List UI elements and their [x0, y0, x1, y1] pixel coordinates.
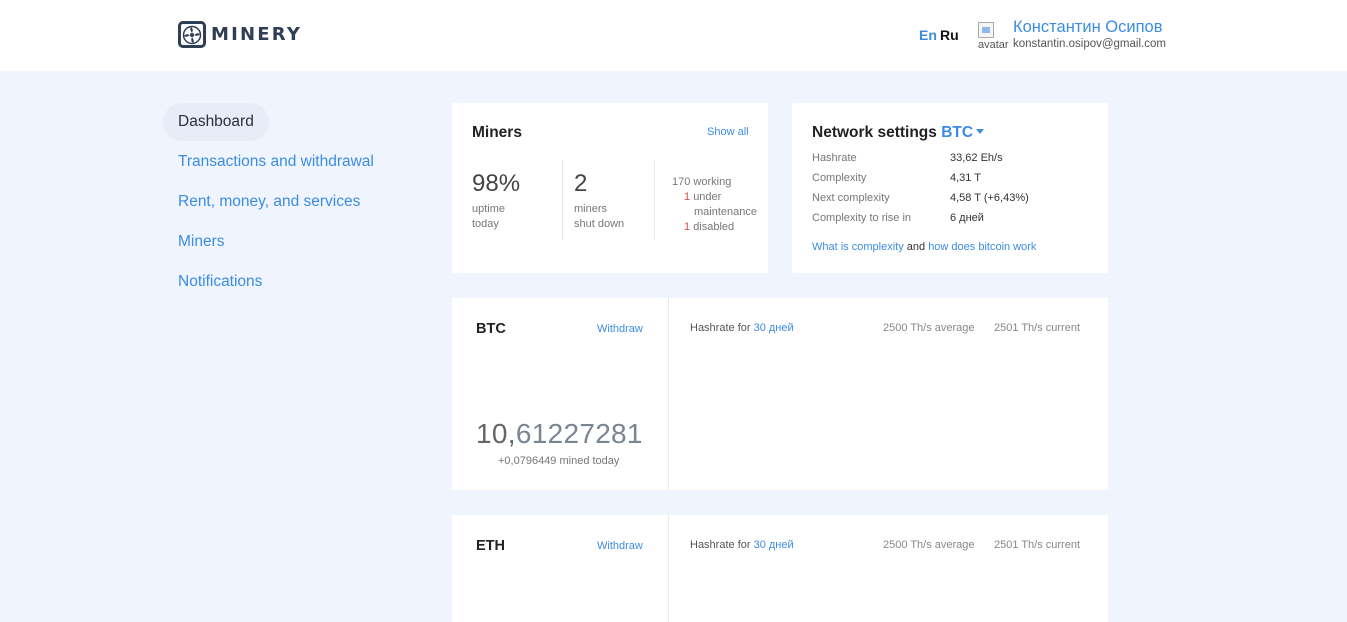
status-working: 170 working: [672, 176, 732, 188]
complexity-rise-label: Complexity to rise in: [812, 212, 912, 224]
network-help-links: What is complexity and how does bitcoin …: [812, 241, 1036, 253]
btc-hashrate-current: 2501 Th/s current: [994, 322, 1081, 334]
shutdown-value: 2: [574, 170, 588, 197]
miner-status-list: 170 working 1 under maintenance 1 disabl…: [672, 175, 757, 235]
divider: [654, 160, 655, 240]
eth-hashrate-for: Hashrate for 30 дней: [690, 539, 794, 551]
eth-period-link[interactable]: 30 дней: [754, 539, 794, 551]
eth-withdraw-link[interactable]: Withdraw: [597, 540, 643, 552]
btc-balance: 10,61227281: [476, 418, 643, 449]
user-name-link[interactable]: Константин Осипов: [1013, 18, 1162, 37]
user-email: konstantin.osipov@gmail.com: [1013, 38, 1166, 50]
divider: [562, 160, 563, 240]
lang-ru-link[interactable]: Ru: [940, 27, 959, 43]
uptime-value: 98%: [472, 170, 521, 197]
shutdown-label: miners shut down: [574, 203, 625, 230]
network-settings-card: Network settings BTC Hashrate 33,62 Eh/s…: [792, 103, 1108, 273]
btc-card: BTC Withdraw 10,61227281 +0,0796449 mine…: [452, 298, 1108, 490]
miners-card: Miners Show all 98% uptime today 2 miner…: [452, 103, 768, 273]
minery-logo[interactable]: MINERY: [178, 21, 302, 48]
eth-hashrate-average: 2500 Th/s average: [883, 539, 975, 551]
avatar[interactable]: avatar: [978, 22, 1010, 52]
btc-hashrate-for: Hashrate for 30 дней: [690, 322, 794, 334]
status-disabled: 1 disabled: [684, 221, 735, 233]
coin-selector[interactable]: BTC: [941, 124, 985, 141]
what-is-complexity-link[interactable]: What is complexity: [812, 241, 904, 253]
next-complexity-label: Next complexity: [812, 192, 890, 204]
hashrate-value: 33,62 Eh/s: [950, 152, 1003, 164]
miners-title: Miners: [472, 124, 522, 141]
avatar-alt-text: avatar: [978, 39, 1009, 51]
nav-item-notifications[interactable]: Notifications: [163, 263, 277, 301]
network-title: Network settings BTC: [812, 124, 985, 142]
btc-hashrate-average: 2500 Th/s average: [883, 322, 975, 334]
divider: [668, 298, 669, 490]
uptime-label: uptime today: [472, 203, 506, 230]
show-all-link[interactable]: Show all: [707, 126, 749, 138]
eth-title: ETH: [476, 538, 505, 554]
complexity-rise-value: 6 дней: [950, 212, 984, 224]
status-maintenance-cont: maintenance: [694, 206, 757, 218]
lang-en-link[interactable]: En: [919, 27, 937, 43]
btc-period-link[interactable]: 30 дней: [754, 322, 794, 334]
eth-card: ETH Withdraw Hashrate for 30 дней 2500 T…: [452, 515, 1108, 622]
eth-hashrate-current: 2501 Th/s current: [994, 539, 1081, 551]
top-header: MINERY En Ru avatar Константин Осипов ko…: [0, 0, 1347, 71]
btc-withdraw-link[interactable]: Withdraw: [597, 323, 643, 335]
nav-item-rent[interactable]: Rent, money, and services: [163, 183, 375, 221]
fan-logo-icon: [178, 21, 206, 48]
status-maintenance: 1 under: [684, 191, 722, 203]
how-bitcoin-works-link[interactable]: how does bitcoin work: [928, 241, 1036, 253]
next-complexity-value: 4,58 T (+6,43%): [950, 192, 1029, 204]
divider: [668, 515, 669, 622]
btc-mined-today: +0,0796449 mined today: [498, 455, 620, 467]
caret-down-icon: [976, 129, 985, 135]
complexity-value: 4,31 T: [950, 172, 981, 184]
btc-title: BTC: [476, 321, 506, 337]
logo-text: MINERY: [211, 24, 303, 45]
and-text: and: [906, 241, 926, 253]
sidebar-nav: Dashboard Transactions and withdrawal Re…: [163, 103, 423, 303]
nav-item-miners[interactable]: Miners: [163, 223, 240, 261]
complexity-label: Complexity: [812, 172, 867, 184]
nav-item-transactions[interactable]: Transactions and withdrawal: [163, 143, 389, 181]
broken-image-icon: [978, 22, 994, 38]
nav-item-dashboard[interactable]: Dashboard: [163, 103, 269, 141]
hashrate-label: Hashrate: [812, 152, 857, 164]
